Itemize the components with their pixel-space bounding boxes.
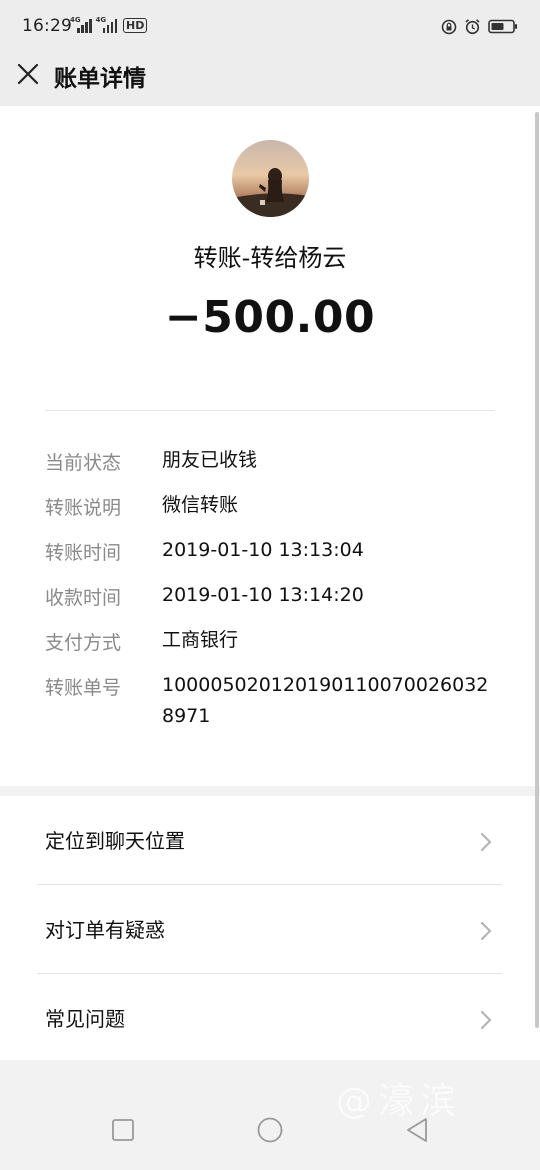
- home-circle-icon: [257, 1117, 283, 1143]
- info-value: 微信转账: [162, 494, 239, 516]
- action-list: 定位到聊天位置 对订单有疑惑 常见问题: [0, 796, 540, 1060]
- recents-square-icon: [112, 1119, 134, 1141]
- chevron-right-icon: [480, 921, 492, 941]
- alarm-icon: [464, 18, 481, 35]
- divider: [45, 410, 495, 411]
- info-label: 收款时间: [45, 587, 122, 609]
- info-label: 当前状态: [45, 452, 122, 474]
- signal-icon: 4G: [70, 16, 92, 33]
- info-value: 2019-01-10 13:14:20: [162, 584, 364, 606]
- info-label: 转账说明: [45, 497, 122, 519]
- status-time: 16:29: [22, 16, 72, 36]
- avatar-photo: [232, 140, 309, 217]
- battery-icon: [488, 19, 518, 34]
- action-faq[interactable]: 常见问题: [0, 974, 540, 1062]
- info-row-note: 转账说明 微信转账: [0, 493, 540, 523]
- info-label: 支付方式: [45, 632, 122, 654]
- action-locate-chat[interactable]: 定位到聊天位置: [0, 796, 540, 884]
- avatar[interactable]: [232, 140, 309, 217]
- info-value: 2019-01-10 13:13:04: [162, 539, 364, 561]
- status-right-icons: [441, 18, 518, 35]
- info-row-receive-time: 收款时间 2019-01-10 13:14:20: [0, 583, 540, 613]
- bill-detail-card: 转账-转给杨云 −500.00 当前状态 朋友已收钱 转账说明 微信转账 转账时…: [0, 106, 540, 786]
- hd-badge: HD: [123, 18, 148, 33]
- action-label: 定位到聊天位置: [45, 829, 185, 853]
- info-value[interactable]: 1000050201201901100700260328971: [162, 670, 498, 732]
- info-row-payment-method: 支付方式 工商银行: [0, 628, 540, 658]
- amount: −500.00: [164, 292, 376, 343]
- close-icon: [17, 63, 39, 85]
- action-label: 对订单有疑惑: [45, 918, 165, 942]
- watermark: @濠滨: [336, 1081, 463, 1122]
- info-value: 工商银行: [162, 629, 239, 651]
- chevron-right-icon: [480, 832, 492, 852]
- payee-title: 转账-转给杨云: [193, 244, 347, 272]
- page-title: 账单详情: [54, 66, 146, 92]
- nav-bar: 账单详情: [0, 56, 540, 106]
- info-row-transfer-time: 转账时间 2019-01-10 13:13:04: [0, 538, 540, 568]
- lock-rotation-icon: [441, 19, 457, 35]
- signal-tag: 4G: [70, 16, 81, 24]
- action-label: 常见问题: [45, 1007, 125, 1031]
- home-button[interactable]: [257, 1117, 283, 1143]
- info-row-transfer-number: 转账单号 1000050201201901100700260328971: [0, 673, 540, 743]
- close-button[interactable]: [14, 60, 42, 88]
- info-row-status: 当前状态 朋友已收钱: [0, 448, 540, 478]
- signal-tag: 4G: [95, 16, 107, 24]
- chevron-right-icon: [480, 1010, 492, 1030]
- signal-indicators: 4G 4G HD: [70, 16, 148, 33]
- scrollbar[interactable]: [535, 112, 539, 1028]
- status-bar: 16:29 4G 4G HD: [0, 0, 540, 56]
- info-value: 朋友已收钱: [162, 449, 258, 471]
- recents-button[interactable]: [110, 1117, 136, 1143]
- action-order-question[interactable]: 对订单有疑惑: [0, 885, 540, 973]
- signal-icon: 4G: [95, 16, 117, 33]
- info-label: 转账时间: [45, 542, 122, 564]
- info-label: 转账单号: [45, 677, 122, 699]
